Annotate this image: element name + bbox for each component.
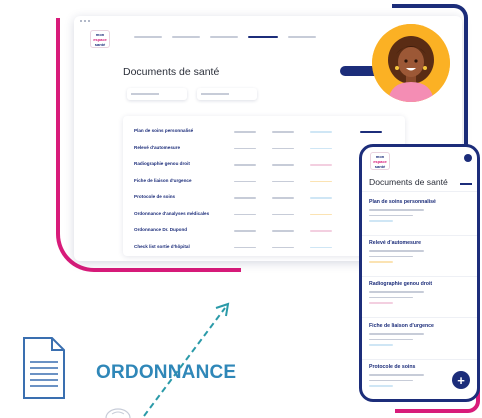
document-name: Relevé d'automesure	[369, 240, 421, 246]
nav-item[interactable]	[210, 36, 238, 38]
table-row[interactable]: Ordonnance Dr. Dupond	[134, 227, 394, 237]
document-name: Fiche de liaison d'urgence	[134, 177, 192, 183]
row-action[interactable]	[360, 131, 382, 133]
metadata-placeholder	[310, 131, 332, 133]
metadata-placeholder	[234, 230, 256, 232]
document-name: Radiographie genou droit	[134, 161, 190, 166]
list-item[interactable]: Radiographie genou droit	[369, 281, 469, 304]
mobile-window: mon espace santé Documents de santé Plan…	[359, 144, 480, 402]
metadata-placeholder	[234, 147, 256, 150]
metadata-placeholder	[272, 180, 294, 183]
avatar	[372, 24, 450, 102]
metadata-placeholder	[272, 147, 294, 150]
document-name: Fiche de liaison d'urgence	[369, 323, 434, 329]
metadata-placeholder	[369, 214, 413, 217]
table-row[interactable]: Check list sortie d'hôpital	[134, 244, 394, 254]
nav-item-active[interactable]	[248, 36, 278, 38]
list-item[interactable]: Relevé d'automesure	[369, 240, 469, 263]
metadata-placeholder	[310, 230, 332, 232]
menu-icon[interactable]	[460, 183, 472, 185]
table-row[interactable]: Fiche de liaison d'urgence	[134, 178, 394, 188]
metadata-placeholder	[310, 213, 332, 216]
nav-item[interactable]	[288, 36, 316, 38]
metadata-placeholder	[272, 230, 294, 232]
metadata-placeholder	[234, 180, 256, 183]
metadata-placeholder	[272, 213, 294, 216]
metadata-placeholder	[369, 220, 393, 222]
brand-logo[interactable]: mon espace santé	[90, 30, 110, 48]
metadata-placeholder	[310, 164, 332, 166]
metadata-placeholder	[369, 344, 393, 346]
nav-item[interactable]	[172, 36, 200, 38]
metadata-placeholder	[369, 379, 413, 382]
metadata-placeholder	[234, 131, 256, 133]
metadata-placeholder	[369, 261, 393, 263]
metadata-placeholder	[369, 338, 413, 341]
top-navigation	[134, 36, 316, 38]
document-name: Ordonnance Dr. Dupond	[134, 227, 188, 232]
metadata-placeholder	[310, 246, 332, 249]
table-row[interactable]: Protocole de soins	[134, 194, 394, 204]
metadata-placeholder	[234, 164, 256, 166]
metadata-placeholder	[234, 246, 256, 249]
metadata-placeholder	[234, 197, 256, 199]
metadata-placeholder	[369, 302, 393, 304]
brand-logo[interactable]: mon espace santé	[370, 152, 390, 170]
metadata-placeholder	[234, 213, 256, 216]
metadata-placeholder	[369, 296, 413, 299]
document-name: Relevé d'automesure	[134, 144, 181, 150]
phone-camera	[464, 154, 472, 162]
document-name: Radiographie genou droit	[369, 281, 433, 287]
divider	[362, 191, 477, 192]
document-name: Ordonnance d'analyses médicales	[134, 210, 210, 216]
filter-row	[127, 88, 257, 100]
metadata-placeholder	[369, 291, 424, 293]
metadata-placeholder	[369, 209, 424, 211]
nav-item[interactable]	[134, 36, 162, 38]
filter-dropdown[interactable]	[127, 88, 187, 100]
document-icon	[23, 337, 65, 399]
document-name: Protocole de soins	[134, 194, 176, 199]
metadata-placeholder	[369, 385, 393, 387]
metadata-placeholder	[369, 333, 424, 335]
divider	[362, 276, 477, 277]
document-name: Plan de soins personnalisé	[134, 128, 194, 133]
filter-dropdown[interactable]	[197, 88, 257, 100]
logo-text: santé	[374, 163, 386, 169]
document-name: Plan de soins personnalisé	[369, 199, 436, 205]
table-row[interactable]: Relevé d'automesure	[134, 145, 394, 155]
page-title: Documents de santé	[369, 177, 448, 187]
stamp-icon	[105, 408, 131, 418]
metadata-placeholder	[310, 147, 332, 150]
window-controls	[80, 20, 90, 22]
arrow-icon	[143, 302, 230, 417]
table-row[interactable]: Plan de soins personnalisé	[134, 128, 394, 138]
add-icon: +	[457, 372, 465, 388]
metadata-placeholder	[272, 246, 294, 249]
metadata-placeholder	[272, 164, 294, 166]
metadata-placeholder	[310, 197, 332, 199]
metadata-placeholder	[369, 255, 413, 258]
table-row[interactable]: Radiographie genou droit	[134, 161, 394, 171]
page-title: Documents de santé	[123, 66, 220, 78]
document-name: Protocole de soins	[369, 364, 416, 370]
woman-avatar-illustration	[372, 24, 450, 102]
metadata-placeholder	[369, 250, 424, 252]
table-row[interactable]: Ordonnance d'analyses médicales	[134, 211, 394, 221]
document-name: Check list sortie d'hôpital	[134, 243, 190, 249]
divider	[362, 359, 477, 360]
add-document-button[interactable]: +	[452, 371, 470, 389]
metadata-placeholder	[272, 131, 294, 133]
metadata-placeholder	[310, 180, 332, 183]
metadata-placeholder	[369, 374, 424, 376]
divider	[362, 235, 477, 236]
metadata-placeholder	[272, 197, 294, 199]
logo-text: santé	[94, 41, 106, 47]
divider	[362, 317, 477, 318]
list-item[interactable]: Plan de soins personnalisé	[369, 199, 469, 222]
caption-title: ORDONNANCE	[96, 362, 237, 383]
list-item[interactable]: Fiche de liaison d'urgence	[369, 323, 469, 346]
